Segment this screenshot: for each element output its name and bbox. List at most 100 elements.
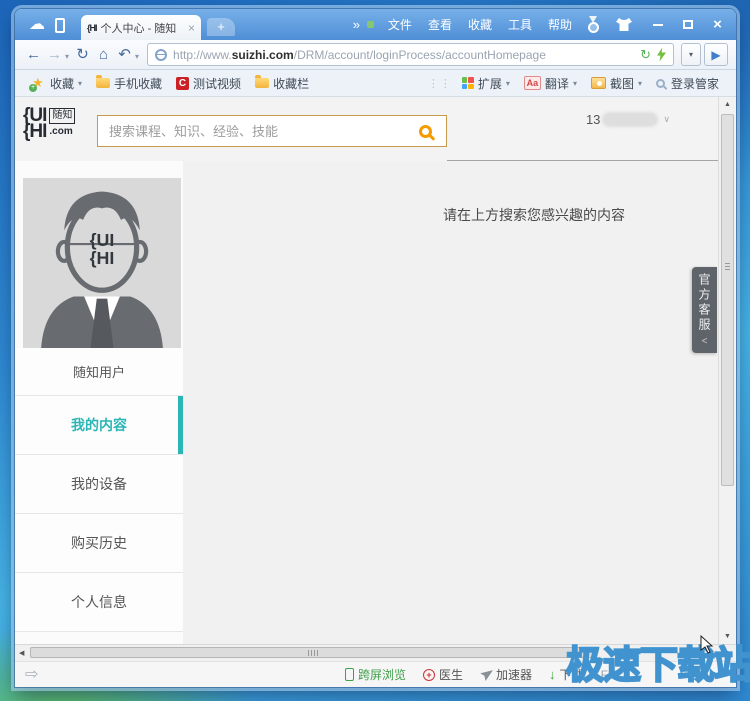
scroll-up-icon[interactable]	[719, 101, 736, 108]
back-icon[interactable]: ←	[23, 47, 44, 62]
extension-dot-icon[interactable]	[366, 21, 374, 28]
customer-service-label: 官方客服	[697, 273, 711, 333]
empty-state-message: 请在上方搜索您感兴趣的内容	[443, 207, 625, 223]
sidebar-toggle-icon[interactable]	[25, 667, 38, 683]
horizontal-scroll-thumb[interactable]	[30, 647, 596, 658]
toolbar-overflow-icon[interactable]: »	[348, 17, 365, 32]
minimize-button[interactable]	[644, 15, 671, 35]
go-button[interactable]: ▶	[704, 43, 728, 66]
address-bar-icons: ↻	[640, 47, 666, 62]
scroll-left-icon[interactable]	[19, 645, 24, 661]
vertical-scroll-thumb[interactable]	[721, 114, 734, 486]
search-icon	[418, 124, 432, 138]
extensions-grid-icon	[461, 77, 474, 89]
undo-close-icon[interactable]: ↶	[114, 47, 135, 62]
screenshot-dropdown-icon: ▾	[637, 78, 642, 88]
login-manager-icon	[655, 78, 665, 88]
avatar[interactable]: {UI {HI	[23, 178, 181, 348]
accelerator-button[interactable]: 加速器	[480, 666, 532, 683]
sidebar-item-personal-info[interactable]: 个人信息	[15, 573, 183, 632]
minimize-icon	[652, 23, 663, 26]
sidebar-item-purchase-history[interactable]: 购买历史	[15, 514, 183, 573]
svg-text:{HI: {HI	[90, 248, 115, 268]
search-input[interactable]	[98, 123, 404, 139]
screenshot-button[interactable]: 截图 ▾	[584, 75, 649, 92]
scroll-down-icon[interactable]	[719, 633, 736, 640]
new-tab-button[interactable]: +	[207, 18, 235, 36]
logo-badge: 随知	[49, 108, 76, 124]
site-watermark: 极速下载站	[565, 644, 750, 688]
close-button[interactable]: ×	[704, 15, 731, 35]
forward-icon[interactable]: →	[44, 47, 65, 62]
maximize-icon	[682, 20, 693, 29]
url-history-dropdown[interactable]: ▾	[681, 43, 701, 66]
cross-screen-button[interactable]: 跨屏浏览	[345, 666, 406, 683]
menu-view[interactable]: 查看	[420, 16, 460, 33]
logo-tld: .com	[49, 126, 73, 137]
favorites-dropdown-icon: ▾	[78, 78, 83, 88]
logo-side: 随知 .com	[49, 108, 76, 140]
browser-titlebar: ☁ {HI 个人中心 - 随知 × + » 文件 查看 收藏 工具 帮助 ×	[15, 9, 736, 40]
search-button[interactable]	[404, 116, 446, 146]
logo-mark: {UI {HI	[23, 105, 47, 142]
vertical-scrollbar[interactable]	[718, 97, 736, 644]
folder-icon	[255, 75, 270, 88]
site-header: {UI {HI 随知 .com 13 ∨	[15, 97, 718, 161]
address-bar[interactable]: http://www.suizhi.com/DRM/account/loginP…	[147, 43, 674, 66]
cloud-sync-icon[interactable]: ☁	[29, 17, 45, 33]
scroll-grip-icon	[308, 650, 318, 656]
mobile-icon[interactable]	[55, 18, 65, 33]
compat-mode-icon[interactable]: ↻	[640, 48, 651, 61]
url-prefix: http://www.	[173, 47, 232, 62]
bookmark-favorites[interactable]: ★ + 收藏 ▾	[25, 75, 89, 92]
login-manager-button[interactable]: 登录管家	[649, 75, 726, 92]
url-path: /DRM/account/loginProcess/accountHomepag…	[293, 47, 546, 62]
bookmark-mobile-favorites[interactable]: 手机收藏	[89, 75, 169, 92]
maximize-button[interactable]	[674, 15, 701, 35]
menu-help[interactable]: 帮助	[540, 16, 580, 33]
speed-mode-icon[interactable]	[657, 47, 666, 62]
phone-prefix: 13	[585, 112, 601, 127]
page-content: {UI {HI 随知 .com 13 ∨	[15, 97, 736, 644]
translate-dropdown-icon: ▾	[572, 78, 577, 88]
menu-file[interactable]: 文件	[380, 16, 420, 33]
phone-number-redacted	[602, 112, 659, 127]
cross-screen-phone-icon	[345, 668, 354, 681]
menu-tools[interactable]: 工具	[500, 16, 540, 33]
customer-service-tab[interactable]: 官方客服 <	[692, 267, 717, 353]
home-icon[interactable]: ⌂	[93, 47, 114, 62]
suizhi-logo[interactable]: {UI {HI 随知 .com	[23, 105, 76, 142]
navigation-toolbar: ← → ▾ ↻ ⌂ ↶ ▾ http://www.suizhi.com/DRM/…	[15, 40, 736, 70]
browser-window: ☁ {HI 个人中心 - 随知 × + » 文件 查看 收藏 工具 帮助 × ←…	[15, 9, 736, 687]
scroll-grip-icon	[725, 263, 730, 271]
bookmark-test-video[interactable]: C 测试视频	[169, 75, 248, 92]
undo-dropdown-icon[interactable]: ▾	[135, 52, 139, 61]
tab-close-icon[interactable]: ×	[188, 21, 195, 35]
doctor-cross-icon	[423, 668, 436, 681]
sidebar: {UI {HI 随知用户 我的内容 我的设备 购买历史 个人信息	[15, 161, 183, 644]
forward-dropdown-icon[interactable]: ▾	[65, 52, 69, 61]
sidebar-item-my-devices[interactable]: 我的设备	[15, 455, 183, 514]
titlebar-right-group: » 文件 查看 收藏 工具 帮助 ×	[348, 9, 731, 40]
sidebar-item-my-content[interactable]: 我的内容	[15, 396, 183, 455]
doctor-button[interactable]: 医生	[423, 666, 463, 683]
extensions-button[interactable]: 扩展 ▾	[455, 75, 517, 92]
account-phone-menu[interactable]: 13 ∨	[586, 112, 670, 127]
bookmark-favorites-folder[interactable]: 收藏栏	[248, 75, 316, 92]
sidebar-menu: 我的内容 我的设备 购买历史 个人信息	[15, 395, 183, 632]
download-arrow-icon: ↓	[549, 667, 556, 682]
site-search-box	[97, 115, 447, 147]
extensions-dropdown-icon: ▾	[505, 78, 510, 88]
username-label: 随知用户	[15, 348, 183, 395]
medal-icon[interactable]	[587, 16, 600, 33]
translate-button[interactable]: Aa 翻译 ▾	[517, 75, 584, 92]
c-site-icon: C	[176, 76, 190, 90]
url-text[interactable]: http://www.suizhi.com/DRM/account/loginP…	[173, 48, 634, 62]
translate-icon: Aa	[523, 76, 541, 90]
menu-favorites[interactable]: 收藏	[460, 16, 500, 33]
star-icon: ★ +	[29, 75, 44, 92]
skin-theme-icon[interactable]	[616, 18, 632, 31]
refresh-icon[interactable]: ↻	[72, 47, 93, 62]
folder-icon	[96, 75, 111, 88]
browser-tab[interactable]: {HI 个人中心 - 随知 ×	[81, 15, 201, 40]
